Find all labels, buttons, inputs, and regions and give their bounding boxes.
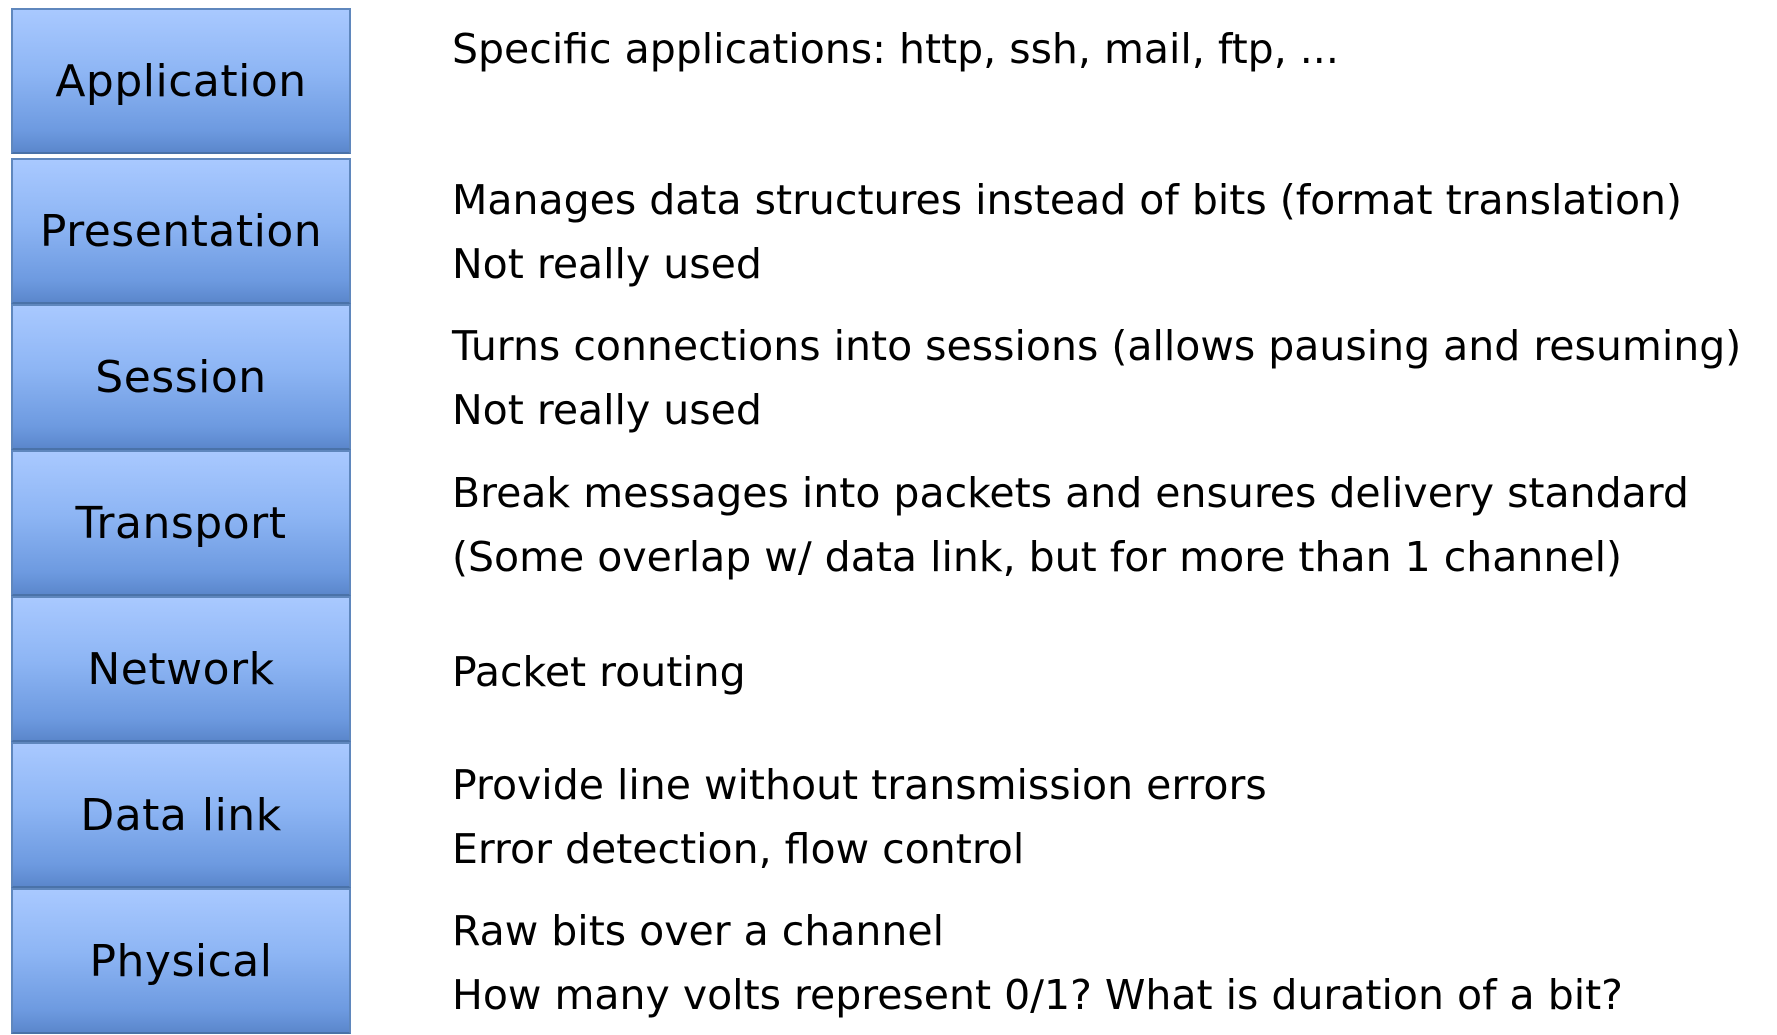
layer-application: Application <box>11 8 351 154</box>
description-line: Specific applications: http, ssh, mail, … <box>452 25 1339 73</box>
layer-data-link: Data link <box>11 742 351 888</box>
layer-transport: Transport <box>11 450 351 596</box>
description-line: (Some overlap w/ data link, but for more… <box>452 533 1622 581</box>
description-line: Raw bits over a channel <box>452 907 945 955</box>
description-line: Not really used <box>452 240 762 288</box>
description-line: Provide line without transmission errors <box>452 761 1267 809</box>
layer-presentation: Presentation <box>11 158 351 304</box>
description-line: Break messages into packets and ensures … <box>452 469 1689 517</box>
layer-stack: Application Presentation Session Transpo… <box>11 8 351 1034</box>
description-line: Packet routing <box>452 648 746 696</box>
description-line: Error detection, flow control <box>452 825 1025 873</box>
data-link-description: Provide line without transmission errors… <box>452 753 1772 881</box>
application-description: Specific applications: http, ssh, mail, … <box>452 17 1772 81</box>
layer-physical: Physical <box>11 888 351 1034</box>
layer-network: Network <box>11 596 351 742</box>
session-description: Turns connections into sessions (allows … <box>452 314 1772 442</box>
description-line: Turns connections into sessions (allows … <box>452 322 1742 370</box>
description-line: Not really used <box>452 386 762 434</box>
description-line: Manages data structures instead of bits … <box>452 176 1683 224</box>
layer-session: Session <box>11 304 351 450</box>
presentation-description: Manages data structures instead of bits … <box>452 168 1772 296</box>
description-line: How many volts represent 0/1? What is du… <box>452 971 1623 1019</box>
network-description: Packet routing <box>452 640 1772 704</box>
physical-description: Raw bits over a channel How many volts r… <box>452 899 1772 1027</box>
transport-description: Break messages into packets and ensures … <box>452 461 1772 589</box>
